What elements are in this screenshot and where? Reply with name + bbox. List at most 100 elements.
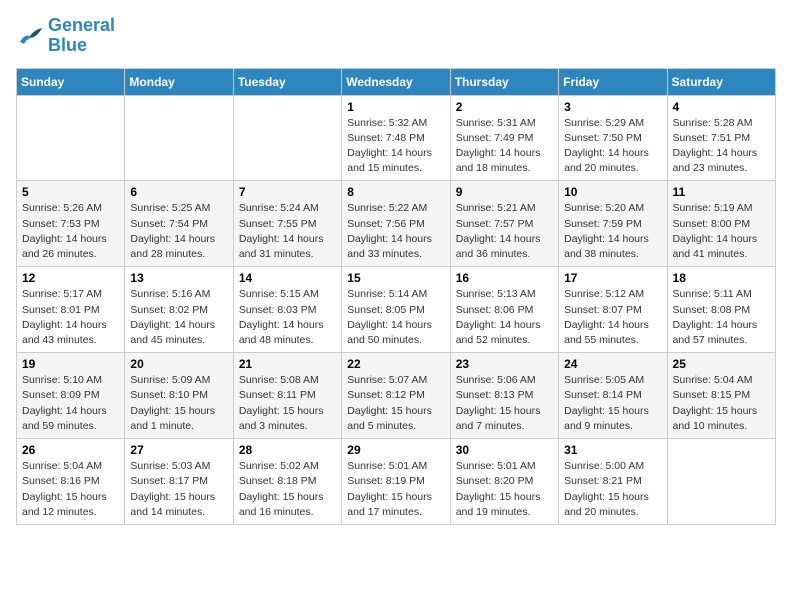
day-number: 27: [130, 443, 227, 457]
day-number: 15: [347, 271, 444, 285]
day-number: 1: [347, 100, 444, 114]
calendar-empty-cell: [667, 439, 775, 525]
day-number: 29: [347, 443, 444, 457]
day-number: 14: [239, 271, 336, 285]
calendar-day-cell: 22 Sunrise: 5:07 AM Sunset: 8:12 PM Dayli…: [342, 353, 450, 439]
day-number: 11: [673, 185, 770, 199]
calendar-day-cell: 13 Sunrise: 5:16 AM Sunset: 8:02 PM Dayli…: [125, 267, 233, 353]
weekday-header-friday: Friday: [559, 68, 667, 95]
day-info: Sunrise: 5:21 AM Sunset: 7:57 PM Dayligh…: [456, 201, 553, 262]
calendar-day-cell: 27 Sunrise: 5:03 AM Sunset: 8:17 PM Dayli…: [125, 439, 233, 525]
calendar-day-cell: 29 Sunrise: 5:01 AM Sunset: 8:19 PM Dayli…: [342, 439, 450, 525]
calendar-table: SundayMondayTuesdayWednesdayThursdayFrid…: [16, 68, 776, 525]
day-info: Sunrise: 5:09 AM Sunset: 8:10 PM Dayligh…: [130, 373, 227, 434]
day-info: Sunrise: 5:25 AM Sunset: 7:54 PM Dayligh…: [130, 201, 227, 262]
day-info: Sunrise: 5:26 AM Sunset: 7:53 PM Dayligh…: [22, 201, 119, 262]
day-number: 25: [673, 357, 770, 371]
day-number: 28: [239, 443, 336, 457]
logo: General Blue: [16, 16, 115, 56]
day-number: 18: [673, 271, 770, 285]
day-info: Sunrise: 5:08 AM Sunset: 8:11 PM Dayligh…: [239, 373, 336, 434]
day-info: Sunrise: 5:17 AM Sunset: 8:01 PM Dayligh…: [22, 287, 119, 348]
day-info: Sunrise: 5:02 AM Sunset: 8:18 PM Dayligh…: [239, 459, 336, 520]
day-number: 2: [456, 100, 553, 114]
calendar-empty-cell: [125, 95, 233, 181]
day-info: Sunrise: 5:05 AM Sunset: 8:14 PM Dayligh…: [564, 373, 661, 434]
day-number: 19: [22, 357, 119, 371]
weekday-header-wednesday: Wednesday: [342, 68, 450, 95]
day-number: 9: [456, 185, 553, 199]
day-number: 17: [564, 271, 661, 285]
calendar-week-row: 19 Sunrise: 5:10 AM Sunset: 8:09 PM Dayli…: [17, 353, 776, 439]
calendar-day-cell: 10 Sunrise: 5:20 AM Sunset: 7:59 PM Dayli…: [559, 181, 667, 267]
day-number: 31: [564, 443, 661, 457]
calendar-day-cell: 6 Sunrise: 5:25 AM Sunset: 7:54 PM Daylig…: [125, 181, 233, 267]
calendar-empty-cell: [233, 95, 341, 181]
calendar-day-cell: 16Sunrise: 5:13 AM Sunset: 8:06 PM Dayli…: [450, 267, 558, 353]
calendar-day-cell: 4 Sunrise: 5:28 AM Sunset: 7:51 PM Daylig…: [667, 95, 775, 181]
calendar-day-cell: 15 Sunrise: 5:14 AM Sunset: 8:05 PM Dayli…: [342, 267, 450, 353]
day-info: Sunrise: 5:15 AM Sunset: 8:03 PM Dayligh…: [239, 287, 336, 348]
calendar-day-cell: 17 Sunrise: 5:12 AM Sunset: 8:07 PM Dayli…: [559, 267, 667, 353]
day-number: 24: [564, 357, 661, 371]
day-info: Sunrise: 5:12 AM Sunset: 8:07 PM Dayligh…: [564, 287, 661, 348]
logo-text: General Blue: [48, 16, 115, 56]
day-info: Sunrise: 5:19 AM Sunset: 8:00 PM Dayligh…: [673, 201, 770, 262]
day-info: Sunrise: 5:22 AM Sunset: 7:56 PM Dayligh…: [347, 201, 444, 262]
day-number: 6: [130, 185, 227, 199]
calendar-day-cell: 26 Sunrise: 5:04 AM Sunset: 8:16 PM Dayli…: [17, 439, 125, 525]
day-info: Sunrise: 5:04 AM Sunset: 8:15 PM Dayligh…: [673, 373, 770, 434]
day-number: 4: [673, 100, 770, 114]
page-header: General Blue: [16, 16, 776, 56]
day-info: Sunrise: 5:10 AM Sunset: 8:09 PM Dayligh…: [22, 373, 119, 434]
day-number: 22: [347, 357, 444, 371]
day-info: Sunrise: 5:01 AM Sunset: 8:20 PM Dayligh…: [456, 459, 553, 520]
day-info: Sunrise: 5:31 AM Sunset: 7:49 PM Dayligh…: [456, 116, 553, 177]
calendar-day-cell: 2 Sunrise: 5:31 AM Sunset: 7:49 PM Daylig…: [450, 95, 558, 181]
day-info: Sunrise: 5:06 AM Sunset: 8:13 PM Dayligh…: [456, 373, 553, 434]
day-number: 26: [22, 443, 119, 457]
day-number: 10: [564, 185, 661, 199]
calendar-day-cell: 9 Sunrise: 5:21 AM Sunset: 7:57 PM Daylig…: [450, 181, 558, 267]
weekday-header-thursday: Thursday: [450, 68, 558, 95]
calendar-day-cell: 21Sunrise: 5:08 AM Sunset: 8:11 PM Dayli…: [233, 353, 341, 439]
calendar-day-cell: 3Sunrise: 5:29 AM Sunset: 7:50 PM Daylig…: [559, 95, 667, 181]
calendar-week-row: 26 Sunrise: 5:04 AM Sunset: 8:16 PM Dayli…: [17, 439, 776, 525]
day-info: Sunrise: 5:04 AM Sunset: 8:16 PM Dayligh…: [22, 459, 119, 520]
day-info: Sunrise: 5:07 AM Sunset: 8:12 PM Dayligh…: [347, 373, 444, 434]
logo-icon: [16, 24, 44, 48]
calendar-day-cell: 30Sunrise: 5:01 AM Sunset: 8:20 PM Dayli…: [450, 439, 558, 525]
weekday-header-sunday: Sunday: [17, 68, 125, 95]
calendar-week-row: 1 Sunrise: 5:32 AM Sunset: 7:48 PM Daylig…: [17, 95, 776, 181]
day-info: Sunrise: 5:28 AM Sunset: 7:51 PM Dayligh…: [673, 116, 770, 177]
calendar-week-row: 5Sunrise: 5:26 AM Sunset: 7:53 PM Daylig…: [17, 181, 776, 267]
day-info: Sunrise: 5:00 AM Sunset: 8:21 PM Dayligh…: [564, 459, 661, 520]
calendar-day-cell: 12 Sunrise: 5:17 AM Sunset: 8:01 PM Dayli…: [17, 267, 125, 353]
calendar-day-cell: 11 Sunrise: 5:19 AM Sunset: 8:00 PM Dayli…: [667, 181, 775, 267]
calendar-day-cell: 5Sunrise: 5:26 AM Sunset: 7:53 PM Daylig…: [17, 181, 125, 267]
day-info: Sunrise: 5:01 AM Sunset: 8:19 PM Dayligh…: [347, 459, 444, 520]
day-number: 7: [239, 185, 336, 199]
calendar-day-cell: 25 Sunrise: 5:04 AM Sunset: 8:15 PM Dayli…: [667, 353, 775, 439]
day-info: Sunrise: 5:32 AM Sunset: 7:48 PM Dayligh…: [347, 116, 444, 177]
calendar-day-cell: 8Sunrise: 5:22 AM Sunset: 7:56 PM Daylig…: [342, 181, 450, 267]
calendar-header-row: SundayMondayTuesdayWednesdayThursdayFrid…: [17, 68, 776, 95]
day-number: 12: [22, 271, 119, 285]
calendar-day-cell: 14 Sunrise: 5:15 AM Sunset: 8:03 PM Dayli…: [233, 267, 341, 353]
day-number: 3: [564, 100, 661, 114]
day-info: Sunrise: 5:03 AM Sunset: 8:17 PM Dayligh…: [130, 459, 227, 520]
day-info: Sunrise: 5:24 AM Sunset: 7:55 PM Dayligh…: [239, 201, 336, 262]
day-number: 13: [130, 271, 227, 285]
calendar-empty-cell: [17, 95, 125, 181]
day-number: 16: [456, 271, 553, 285]
day-info: Sunrise: 5:20 AM Sunset: 7:59 PM Dayligh…: [564, 201, 661, 262]
calendar-day-cell: 20Sunrise: 5:09 AM Sunset: 8:10 PM Dayli…: [125, 353, 233, 439]
day-info: Sunrise: 5:14 AM Sunset: 8:05 PM Dayligh…: [347, 287, 444, 348]
day-info: Sunrise: 5:11 AM Sunset: 8:08 PM Dayligh…: [673, 287, 770, 348]
day-info: Sunrise: 5:16 AM Sunset: 8:02 PM Dayligh…: [130, 287, 227, 348]
calendar-day-cell: 31 Sunrise: 5:00 AM Sunset: 8:21 PM Dayli…: [559, 439, 667, 525]
calendar-day-cell: 24 Sunrise: 5:05 AM Sunset: 8:14 PM Dayli…: [559, 353, 667, 439]
calendar-day-cell: 23Sunrise: 5:06 AM Sunset: 8:13 PM Dayli…: [450, 353, 558, 439]
calendar-day-cell: 7 Sunrise: 5:24 AM Sunset: 7:55 PM Daylig…: [233, 181, 341, 267]
weekday-header-saturday: Saturday: [667, 68, 775, 95]
